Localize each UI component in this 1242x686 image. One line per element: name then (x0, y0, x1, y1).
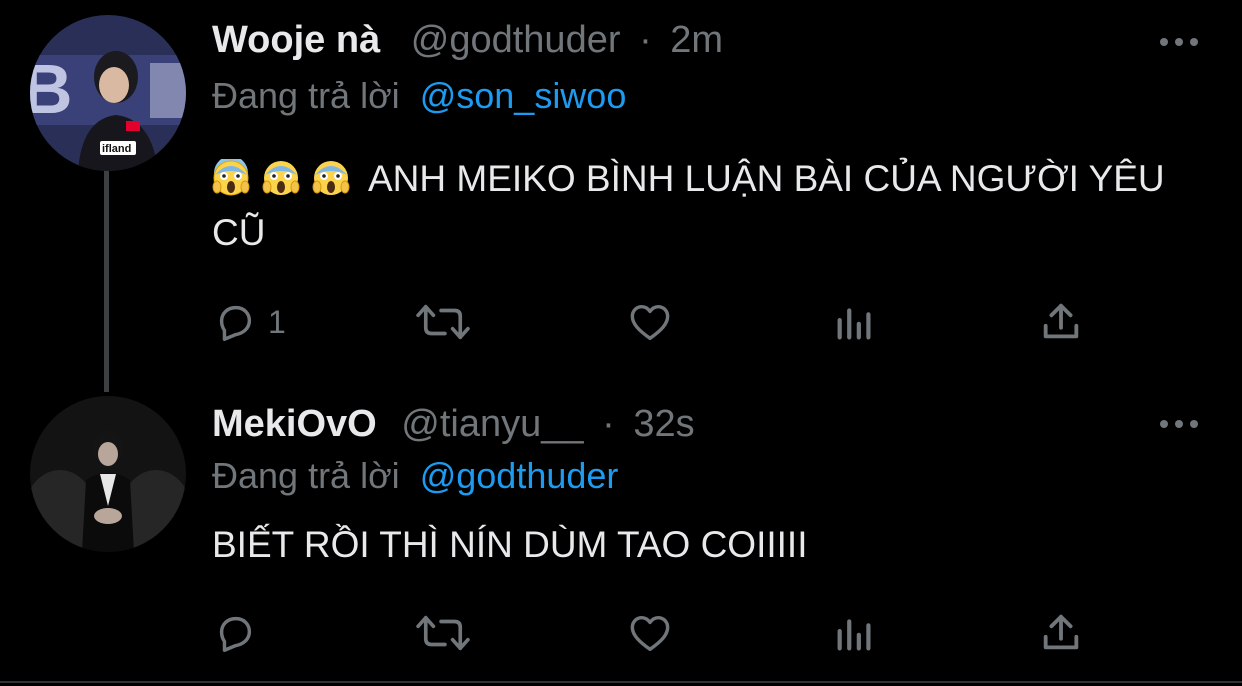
svg-text:B: B (30, 50, 73, 128)
like-button[interactable] (626, 608, 674, 658)
separator: · (639, 19, 652, 61)
face-screaming-in-fear-icon (262, 161, 300, 195)
analytics-button[interactable] (832, 297, 878, 347)
retweet-button[interactable] (414, 608, 472, 658)
share-button[interactable] (1038, 297, 1084, 347)
avatar[interactable]: B ifland (30, 15, 186, 171)
replying-to-handle[interactable]: @godthuder (420, 455, 619, 496)
user-handle[interactable]: @godthuder (411, 19, 621, 61)
share-icon (1043, 614, 1079, 650)
timestamp[interactable]: 32s (633, 403, 694, 445)
user-handle[interactable]: @tianyu__ (401, 403, 583, 445)
tweet-actions (212, 608, 1112, 658)
tweet[interactable]: B ifland Wooje nà @godthuder · 2m Đang t… (0, 0, 1242, 380)
tweet-header: Wooje nà @godthuder · 2m (212, 18, 723, 62)
timestamp[interactable]: 2m (670, 19, 723, 61)
avatar[interactable] (30, 396, 186, 552)
analytics-icon (837, 619, 871, 651)
analytics-button[interactable] (832, 608, 878, 658)
divider (0, 681, 1242, 683)
face-screaming-in-fear-icon (312, 161, 350, 195)
replying-to: Đang trả lời @son_siwoo (212, 74, 626, 118)
avatar-image: B ifland (30, 15, 186, 171)
retweet-icon (416, 615, 470, 651)
like-icon (630, 615, 670, 652)
replying-to-handle[interactable]: @son_siwoo (420, 75, 627, 116)
tweet-text-content: ANH MEIKO BÌNH LUẬN BÀI CỦA NGƯỜI YÊU CŨ (212, 158, 1165, 253)
more-options-icon[interactable] (1158, 32, 1200, 52)
analytics-icon (837, 308, 871, 340)
reply-button[interactable] (212, 608, 268, 658)
display-name[interactable]: Wooje nà (212, 19, 380, 61)
reply-icon (219, 305, 252, 341)
share-button[interactable] (1038, 608, 1084, 658)
reply-count: 1 (268, 303, 286, 340)
like-icon (630, 304, 670, 341)
tweet-text: BIẾT RỒI THÌ NÍN DÙM TAO COIIIII (212, 518, 1212, 572)
retweet-icon (416, 304, 470, 340)
separator: · (602, 403, 615, 445)
share-icon (1043, 303, 1079, 339)
tweet-text-content: BIẾT RỒI THÌ NÍN DÙM TAO COIIIII (212, 524, 808, 565)
more-options-icon[interactable] (1158, 414, 1200, 434)
replying-prefix: Đang trả lời (212, 455, 400, 496)
reply-icon (219, 616, 252, 652)
face-screaming-in-fear-icon (212, 159, 250, 196)
svg-text:ifland: ifland (102, 143, 131, 155)
reply-button[interactable]: 1 (212, 297, 286, 347)
display-name[interactable]: MekiOvO (212, 403, 377, 445)
avatar-image (30, 396, 186, 552)
like-button[interactable] (626, 297, 674, 347)
replying-to: Đang trả lời @godthuder (212, 454, 618, 498)
tweet-text: ANH MEIKO BÌNH LUẬN BÀI CỦA NGƯỜI YÊU CŨ (212, 152, 1212, 260)
replying-prefix: Đang trả lời (212, 75, 400, 116)
retweet-button[interactable] (414, 297, 472, 347)
tweet[interactable]: MekiOvO @tianyu__ · 32s Đang trả lời @go… (0, 380, 1242, 680)
tweet-header: MekiOvO @tianyu__ · 32s (212, 402, 695, 446)
tweet-actions: 1 (212, 297, 1112, 347)
